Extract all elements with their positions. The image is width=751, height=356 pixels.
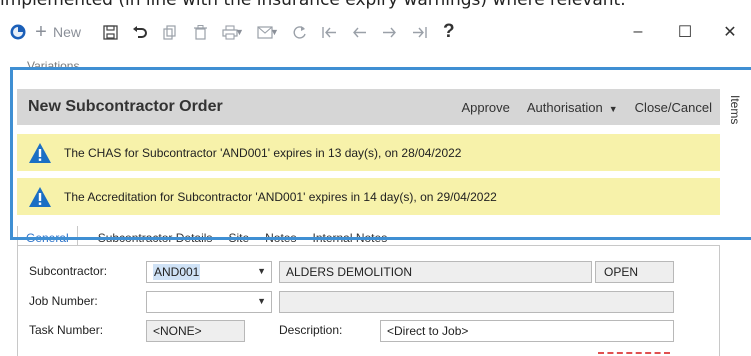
status-field: OPEN — [595, 261, 674, 283]
refresh-icon[interactable] — [285, 18, 315, 46]
app-icon — [10, 24, 26, 40]
task-number-field: <NONE> — [146, 320, 245, 342]
background-document-text: implemented (in line with the insurance … — [0, 0, 626, 10]
copy-icon[interactable] — [155, 18, 185, 46]
close-window-button[interactable]: ✕ — [710, 14, 750, 50]
subcontractor-label: Subcontractor: — [29, 264, 108, 278]
last-icon[interactable] — [405, 18, 435, 46]
job-number-label: Job Number: — [29, 294, 98, 308]
chevron-down-icon: ▼ — [257, 266, 266, 276]
subcontractor-select[interactable]: AND001 ▼ — [146, 261, 272, 283]
maximize-button[interactable]: ☐ — [665, 14, 705, 50]
back-icon[interactable] — [345, 18, 375, 46]
first-icon[interactable] — [315, 18, 345, 46]
subcontractor-name-field: ALDERS DEMOLITION — [279, 261, 592, 283]
subcontractor-value: AND001 — [153, 264, 201, 280]
task-number-label: Task Number: — [29, 323, 104, 337]
chevron-down-icon[interactable]: ▼ — [270, 18, 279, 46]
validation-underline — [598, 352, 670, 354]
forward-icon[interactable] — [375, 18, 405, 46]
job-description-field — [279, 291, 674, 313]
general-panel: Subcontractor: AND001 ▼ ALDERS DEMOLITIO… — [17, 245, 720, 356]
plus-icon[interactable]: + — [34, 18, 48, 46]
undo-icon[interactable] — [125, 18, 155, 46]
description-input[interactable]: <Direct to Job> — [380, 320, 674, 342]
highlight-frame — [10, 67, 751, 240]
delete-icon[interactable] — [185, 18, 215, 46]
toolbar: + New ▼ ▼ ? – ☐ ✕ — [0, 14, 751, 50]
chevron-down-icon: ▼ — [257, 296, 266, 306]
chevron-down-icon[interactable]: ▼ — [235, 18, 244, 46]
minimize-button[interactable]: – — [618, 14, 658, 50]
help-icon[interactable]: ? — [435, 18, 463, 46]
new-button[interactable]: New — [53, 18, 81, 46]
job-number-select[interactable]: ▼ — [146, 291, 272, 313]
save-icon[interactable] — [95, 18, 125, 46]
description-label: Description: — [279, 323, 343, 337]
